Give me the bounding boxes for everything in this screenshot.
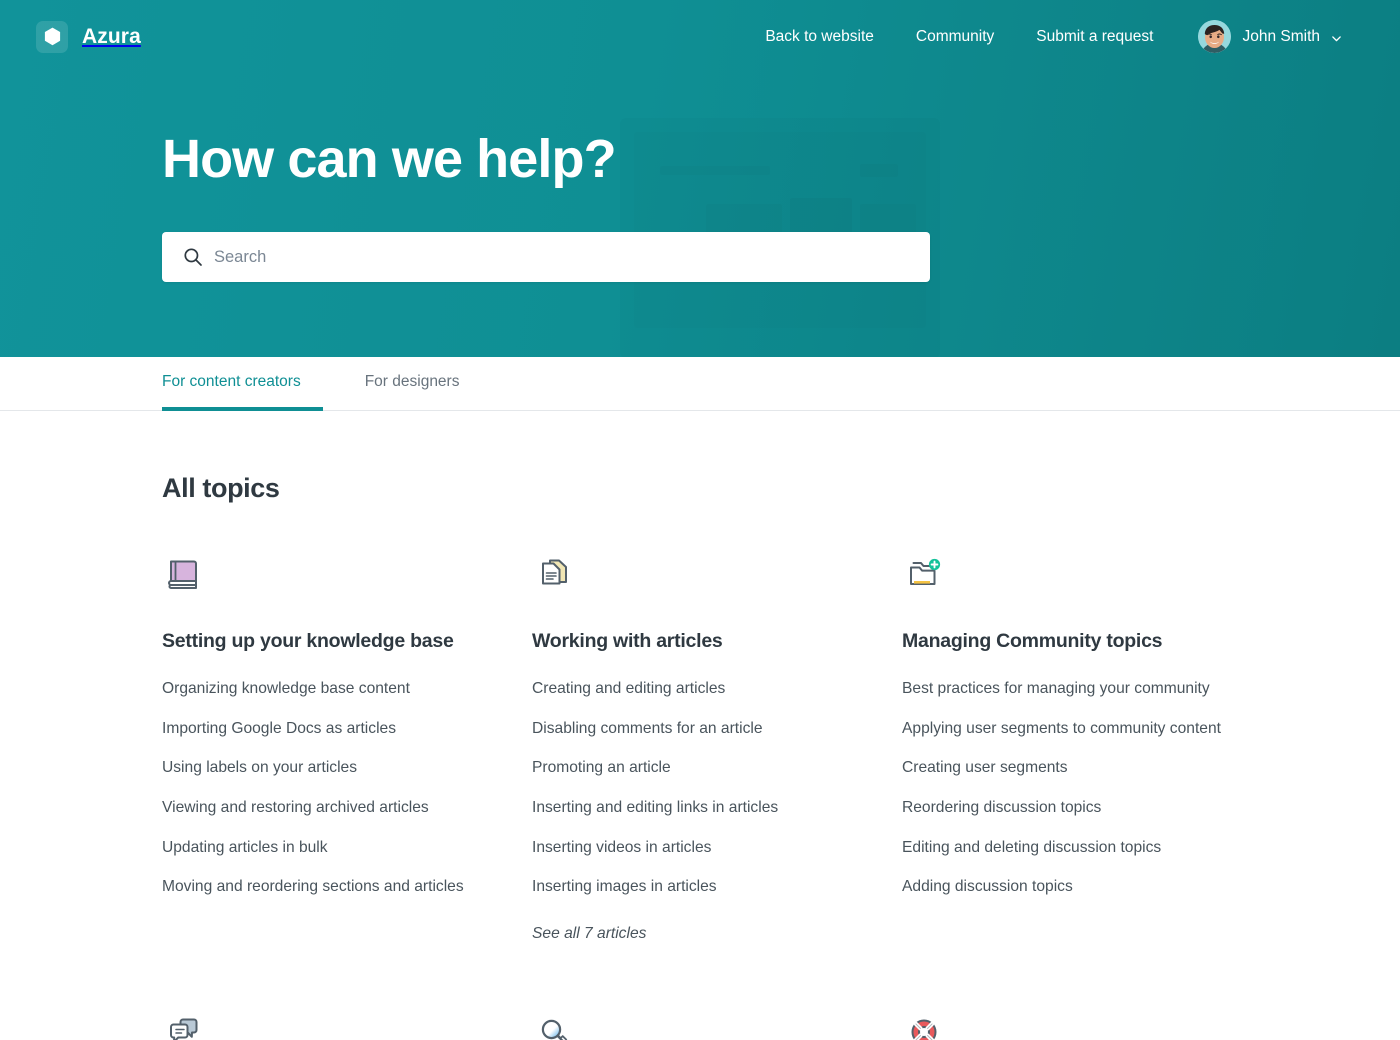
list-item: Promoting an article xyxy=(532,756,856,780)
list-item: Creating and editing articles xyxy=(532,677,856,701)
brand-logo-link[interactable]: Azura xyxy=(36,20,141,53)
article-link[interactable]: Disabling comments for an article xyxy=(532,717,763,741)
article-link[interactable]: Viewing and restoring archived articles xyxy=(162,796,429,820)
search-box[interactable] xyxy=(162,232,930,282)
list-item: Inserting images in articles xyxy=(532,875,856,899)
tab-label: For content creators xyxy=(162,373,301,390)
nav-link-submit-a-request[interactable]: Submit a request xyxy=(1015,22,1174,52)
article-link[interactable]: Reordering discussion topics xyxy=(902,796,1101,820)
search-icon xyxy=(183,247,203,267)
nav-link-community[interactable]: Community xyxy=(895,22,1015,52)
article-link[interactable]: Using labels on your articles xyxy=(162,756,357,780)
hero-banner: Azura Back to website Community Submit a… xyxy=(0,0,1400,357)
topic-card-setting-up-your-knowledge-base: Setting up your knowledge base Organizin… xyxy=(162,548,532,943)
user-name: John Smith xyxy=(1242,27,1320,45)
topic-title: Managing Community topics xyxy=(902,630,1163,652)
topic-article-list: Creating and editing articles Disabling … xyxy=(532,677,856,899)
article-link[interactable]: Promoting an article xyxy=(532,756,671,780)
page-title: How can we help? xyxy=(162,129,617,189)
list-item: Viewing and restoring archived articles xyxy=(162,796,486,820)
article-link[interactable]: Importing Google Docs as articles xyxy=(162,717,396,741)
article-link[interactable]: Editing and deleting discussion topics xyxy=(902,836,1161,860)
top-navigation-bar: Azura Back to website Community Submit a… xyxy=(0,0,1400,73)
article-link[interactable]: Creating and editing articles xyxy=(532,677,725,701)
topics-grid: Setting up your knowledge base Organizin… xyxy=(162,548,1400,1040)
brand-name: Azura xyxy=(82,24,141,48)
article-link[interactable]: Inserting videos in articles xyxy=(532,836,711,860)
tab-label: For designers xyxy=(364,373,460,390)
list-item: Using labels on your articles xyxy=(162,756,486,780)
magnifier-icon xyxy=(532,1007,856,1040)
article-link[interactable]: Best practices for managing your communi… xyxy=(902,677,1210,701)
article-link[interactable]: Updating articles in bulk xyxy=(162,836,328,860)
list-item: Best practices for managing your communi… xyxy=(902,677,1226,701)
list-item: Moving and reordering sections and artic… xyxy=(162,875,486,899)
article-link[interactable]: Inserting images in articles xyxy=(532,875,717,899)
tab-for-content-creators[interactable]: For content creators xyxy=(162,357,323,411)
article-link[interactable]: Creating user segments xyxy=(902,756,1068,780)
chevron-down-icon xyxy=(1331,31,1342,42)
topic-card-4 xyxy=(162,1007,532,1040)
list-item: Creating user segments xyxy=(902,756,1226,780)
topic-title: Working with articles xyxy=(532,630,723,652)
lifebuoy-icon xyxy=(902,1007,1226,1040)
topic-article-list: Best practices for managing your communi… xyxy=(902,677,1226,899)
article-link[interactable]: Inserting and editing links in articles xyxy=(532,796,778,820)
user-menu[interactable]: John Smith xyxy=(1174,16,1346,57)
list-item: Importing Google Docs as articles xyxy=(162,717,486,741)
main-content: All topics Setting up your knowledge bas… xyxy=(0,473,1400,1040)
folder-add-icon xyxy=(902,548,1226,596)
list-item: Updating articles in bulk xyxy=(162,836,486,860)
tab-for-designers[interactable]: For designers xyxy=(343,357,482,411)
nav-link-back-to-website[interactable]: Back to website xyxy=(744,22,895,52)
article-link[interactable]: Applying user segments to community cont… xyxy=(902,717,1221,741)
hexagon-icon xyxy=(36,20,68,53)
article-link[interactable]: Organizing knowledge base content xyxy=(162,677,410,701)
topic-article-list: Organizing knowledge base content Import… xyxy=(162,677,486,899)
list-item: Disabling comments for an article xyxy=(532,717,856,741)
article-link[interactable]: Adding discussion topics xyxy=(902,875,1073,899)
header-nav: Back to website Community Submit a reque… xyxy=(744,16,1346,57)
search-input[interactable] xyxy=(162,232,930,282)
list-item: Reordering discussion topics xyxy=(902,796,1226,820)
book-icon xyxy=(162,548,486,596)
see-all-articles-link[interactable]: See all 7 articles xyxy=(532,925,646,943)
section-title: All topics xyxy=(162,473,280,503)
topic-tabs: For content creators For designers xyxy=(0,357,1400,411)
article-link[interactable]: Moving and reordering sections and artic… xyxy=(162,875,464,899)
list-item: Adding discussion topics xyxy=(902,875,1226,899)
topic-card-5 xyxy=(532,1007,902,1040)
topic-card-managing-community-topics: Managing Community topics Best practices… xyxy=(902,548,1272,943)
topic-card-working-with-articles: Working with articles Creating and editi… xyxy=(532,548,902,943)
list-item: Inserting and editing links in articles xyxy=(532,796,856,820)
list-item: Editing and deleting discussion topics xyxy=(902,836,1226,860)
documents-icon xyxy=(532,548,856,596)
list-item: Applying user segments to community cont… xyxy=(902,717,1226,741)
topic-card-6 xyxy=(902,1007,1272,1040)
speech-bubbles-icon xyxy=(162,1007,486,1040)
avatar xyxy=(1198,20,1232,53)
list-item: Inserting videos in articles xyxy=(532,836,856,860)
topic-title: Setting up your knowledge base xyxy=(162,630,454,652)
list-item: Organizing knowledge base content xyxy=(162,677,486,701)
